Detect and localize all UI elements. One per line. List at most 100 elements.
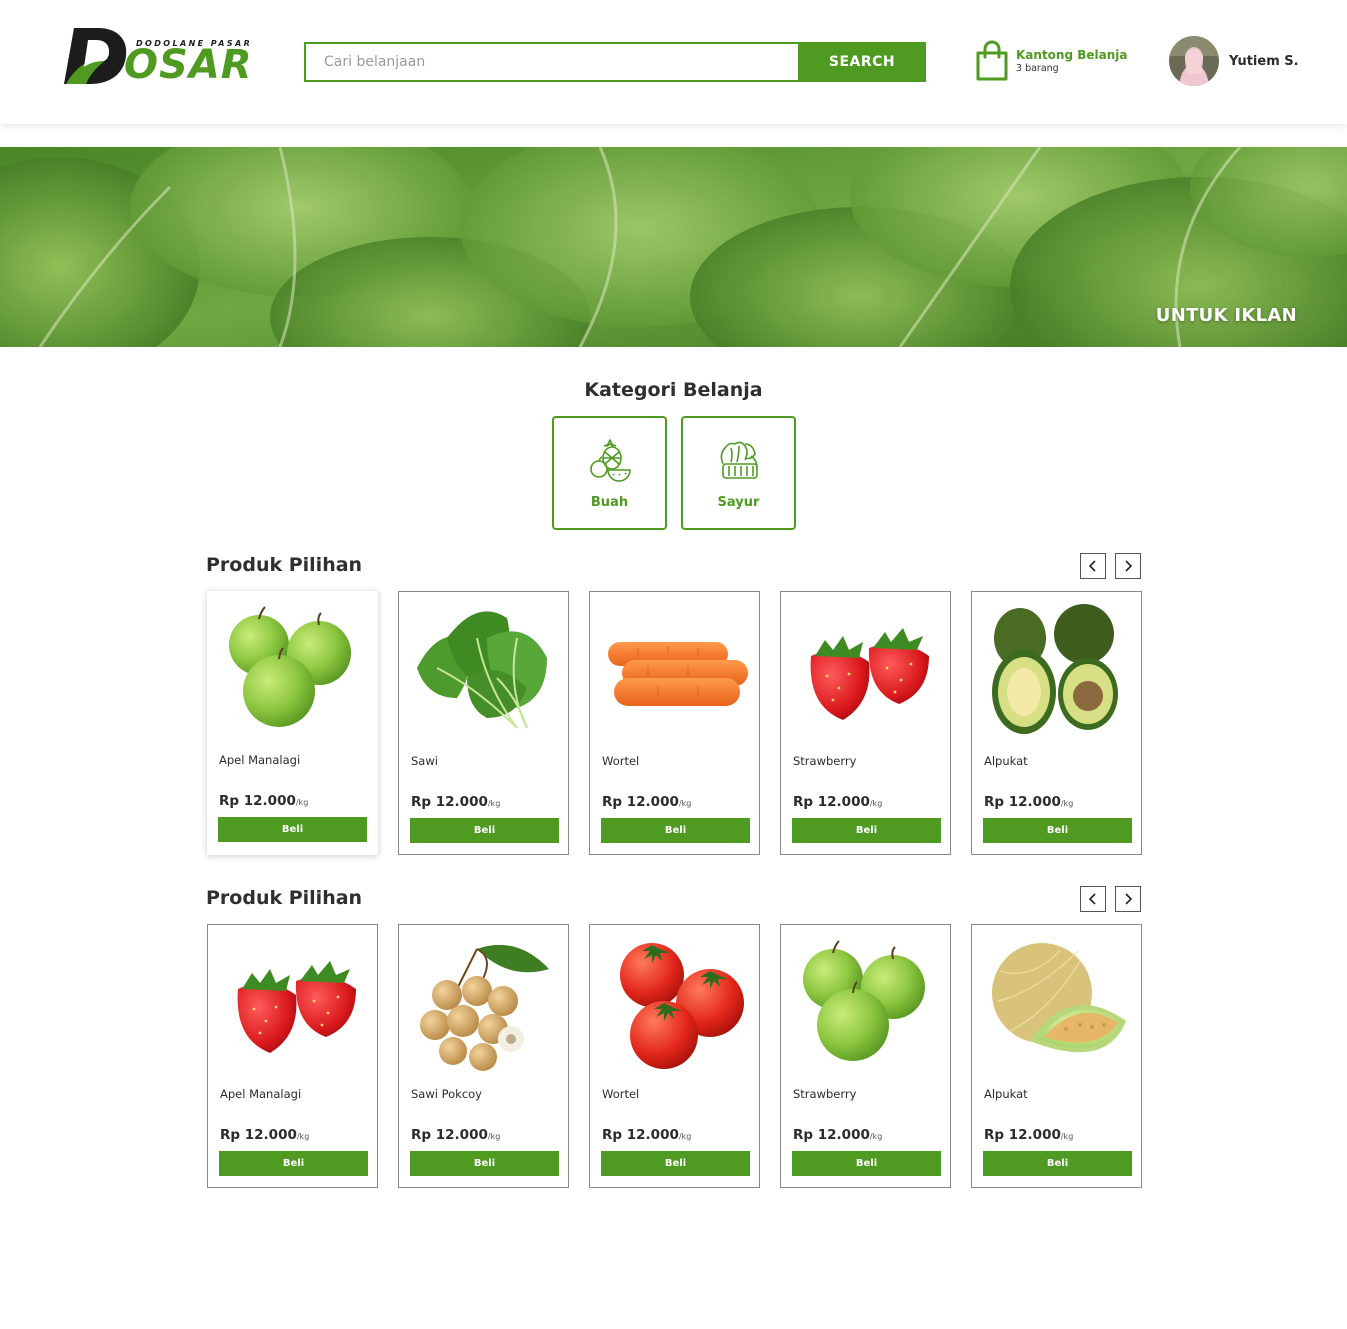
product-price: Rp 12.000/kg [793, 791, 882, 810]
buy-button[interactable]: Beli [218, 817, 367, 842]
price-amount: Rp 12.000 [984, 1127, 1061, 1143]
shopping-bag-icon [976, 40, 1008, 81]
category-buah-label: Buah [590, 495, 629, 510]
search-button[interactable]: SEARCH [798, 42, 926, 82]
lettuce-banner-image [0, 147, 1347, 347]
longan-image [420, 944, 549, 1071]
product-price: Rp 12.000/kg [219, 790, 308, 809]
price-unit: /kg [295, 798, 309, 807]
price-amount: Rp 12.000 [220, 1127, 297, 1143]
buy-button[interactable]: Beli [983, 1151, 1132, 1176]
price-amount: Rp 12.000 [411, 794, 488, 810]
category-title: Kategori Belanja [584, 379, 763, 401]
product-name: Wortel [602, 1087, 640, 1101]
price-unit: /kg [296, 1132, 310, 1141]
chevron-right-icon [1125, 560, 1133, 572]
product-price: Rp 12.000/kg [411, 791, 500, 810]
price-unit: /kg [678, 799, 692, 808]
carrots-image [608, 642, 748, 706]
price-unit: /kg [487, 1132, 501, 1141]
buy-button[interactable]: Beli [792, 1151, 941, 1176]
search-input[interactable] [304, 42, 798, 82]
product-name: Apel Manalagi [220, 1087, 302, 1101]
avatar[interactable] [1169, 36, 1219, 86]
product-price: Rp 12.000/kg [793, 1124, 882, 1143]
product-name: Apel Manalagi [219, 753, 301, 767]
product-card[interactable]: Wortel Rp 12.000/kg Beli [589, 924, 760, 1188]
price-amount: Rp 12.000 [411, 1127, 488, 1143]
cart-title: Kantong Belanja [1016, 48, 1128, 62]
price-amount: Rp 12.000 [793, 794, 870, 810]
price-unit: /kg [678, 1132, 692, 1141]
category-sayur-label: Sayur [717, 495, 760, 510]
product-name: Strawberry [793, 754, 857, 768]
price-unit: /kg [869, 1132, 883, 1141]
logo-d-mark-icon [64, 28, 127, 84]
user-name: Yutiem S. [1229, 53, 1299, 69]
buy-button[interactable]: Beli [219, 1151, 368, 1176]
product-price: Rp 12.000/kg [602, 791, 691, 810]
product-card[interactable]: Apel Manalagi Rp 12.000/kg Beli [207, 591, 378, 855]
banner-text: UNTUK IKLAN [1155, 305, 1297, 326]
product-name: Wortel [602, 754, 640, 768]
tomatoes-image [620, 943, 744, 1069]
avocados-image [992, 604, 1118, 734]
carousel-prev-button[interactable] [1080, 553, 1106, 579]
search-bar: SEARCH [304, 42, 926, 82]
buy-button[interactable]: Beli [410, 818, 559, 843]
price-amount: Rp 12.000 [602, 1127, 679, 1143]
product-card[interactable]: Alpukat Rp 12.000/kg Beli [971, 924, 1142, 1188]
price-amount: Rp 12.000 [602, 794, 679, 810]
product-price: Rp 12.000/kg [984, 791, 1073, 810]
buy-button[interactable]: Beli [601, 1151, 750, 1176]
product-card[interactable]: Strawberry Rp 12.000/kg Beli [780, 591, 951, 855]
category-buah[interactable]: Buah [552, 416, 667, 530]
logo[interactable]: DODOLANE PASAR OSAR [64, 24, 254, 88]
price-unit: /kg [487, 799, 501, 808]
product-price: Rp 12.000/kg [411, 1124, 500, 1143]
product-name: Alpukat [984, 1087, 1028, 1101]
product-price: Rp 12.000/kg [220, 1124, 309, 1143]
price-amount: Rp 12.000 [219, 793, 296, 809]
product-name: Sawi Pokcoy [411, 1087, 482, 1101]
user-profile[interactable]: Yutiem S. [1169, 36, 1299, 86]
cart-link[interactable]: Kantong Belanja 3 barang [975, 40, 1127, 82]
green-apples-image [215, 597, 368, 747]
product-card[interactable]: Apel Manalagi Rp 12.000/kg Beli [207, 924, 378, 1188]
melon-image [992, 943, 1126, 1053]
product-card[interactable]: Wortel Rp 12.000/kg Beli [589, 591, 760, 855]
product-card[interactable]: Sawi Pokcoy Rp 12.000/kg Beli [398, 924, 569, 1188]
strawberries-image [216, 931, 369, 1081]
green-apples-image [789, 931, 942, 1081]
product-card[interactable]: Sawi Rp 12.000/kg Beli [398, 591, 569, 855]
buy-button[interactable]: Beli [983, 818, 1132, 843]
product-price: Rp 12.000/kg [984, 1124, 1073, 1143]
price-unit: /kg [869, 799, 883, 808]
product-card[interactable]: Strawberry Rp 12.000/kg Beli [780, 924, 951, 1188]
product-name: Alpukat [984, 754, 1028, 768]
carousel-next-button[interactable] [1115, 553, 1141, 579]
strawberries-image [789, 598, 942, 748]
price-amount: Rp 12.000 [984, 794, 1061, 810]
buy-button[interactable]: Beli [410, 1151, 559, 1176]
buy-button[interactable]: Beli [792, 818, 941, 843]
category-sayur[interactable]: Sayur [681, 416, 796, 530]
product-card[interactable]: Alpukat Rp 12.000/kg Beli [971, 591, 1142, 855]
ad-banner[interactable]: UNTUK IKLAN [0, 147, 1347, 347]
section-title: Produk Pilihan [206, 887, 363, 909]
cart-info: Kantong Belanja 3 barang [1016, 48, 1127, 74]
vegetable-icon [720, 441, 758, 479]
chevron-left-icon [1088, 560, 1096, 572]
chevron-left-icon [1088, 893, 1096, 905]
price-unit: /kg [1060, 1132, 1074, 1141]
product-name: Strawberry [793, 1087, 857, 1101]
cart-count: 3 barang [1016, 63, 1059, 74]
carousel-next-button[interactable] [1115, 886, 1141, 912]
price-amount: Rp 12.000 [793, 1127, 870, 1143]
mustard-greens-image [417, 611, 547, 729]
product-name: Sawi [411, 754, 438, 768]
buy-button[interactable]: Beli [601, 818, 750, 843]
section-title: Produk Pilihan [206, 554, 363, 576]
product-price: Rp 12.000/kg [602, 1124, 691, 1143]
carousel-prev-button[interactable] [1080, 886, 1106, 912]
